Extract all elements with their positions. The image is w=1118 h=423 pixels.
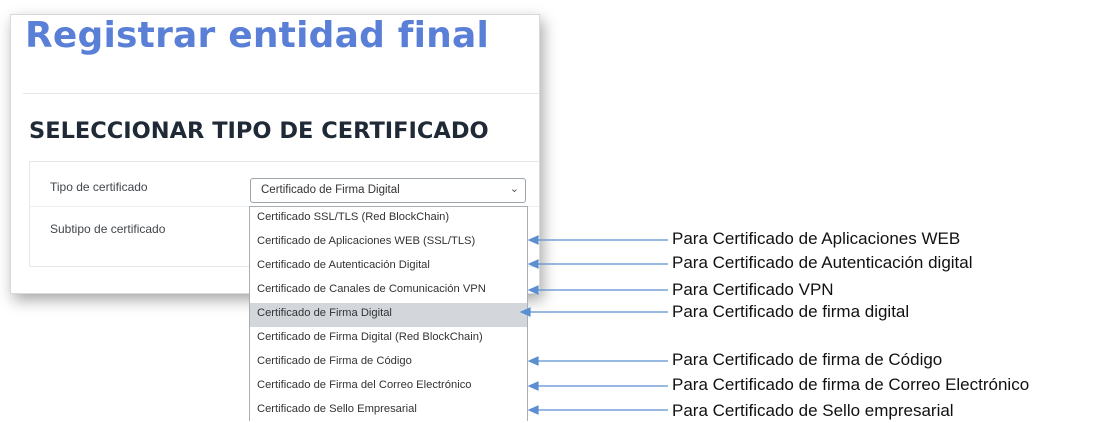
annotation-firma-digital: Para Certificado de firma digital	[672, 302, 910, 321]
arrow-head	[527, 356, 539, 366]
arrow-head	[527, 381, 539, 391]
arrow-head	[527, 259, 539, 269]
annotation-arrows	[519, 235, 668, 415]
arrow-head	[519, 307, 531, 317]
arrow-head	[527, 405, 539, 415]
annotation-autenticacion: Para Certificado de Autenticación digita…	[672, 253, 973, 272]
arrow-head	[527, 285, 539, 295]
annotation-aplicaciones-web: Para Certificado de Aplicaciones WEB	[672, 229, 961, 248]
annotation-firma-correo: Para Certificado de firma de Correo Elec…	[672, 375, 1030, 394]
annotation-vpn: Para Certificado VPN	[672, 280, 834, 299]
annotation-sello-empresarial: Para Certificado de Sello empresarial	[672, 401, 954, 420]
arrow-head	[527, 235, 539, 245]
annotation-firma-codigo: Para Certificado de firma de Código	[672, 350, 943, 369]
